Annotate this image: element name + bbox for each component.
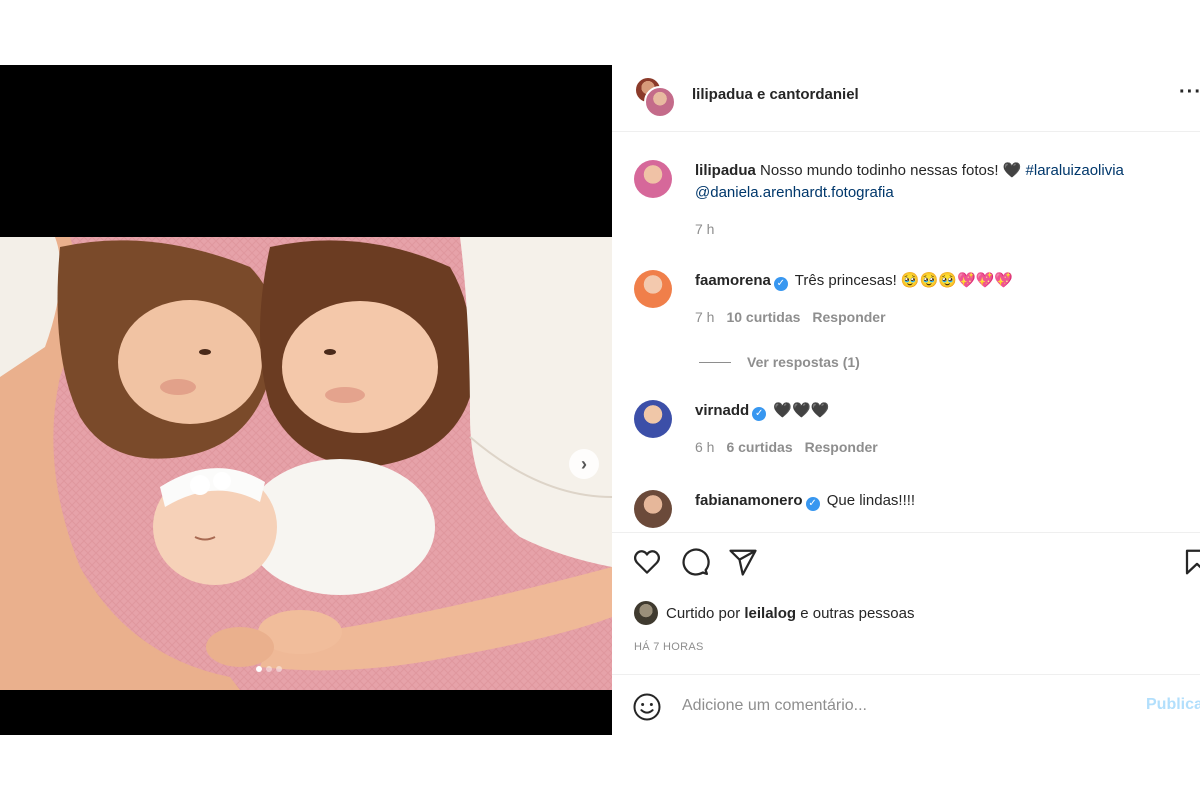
mention-link[interactable]: @daniela.arenhardt.fotografia	[695, 184, 894, 201]
comment-time: 7 h	[695, 309, 715, 325]
comment-text: fabianamonero ✓ Que lindas!!!!	[695, 490, 1200, 512]
comment-input[interactable]	[682, 693, 1122, 719]
verified-icon: ✓	[752, 407, 767, 421]
likes-text: Curtido por leilalog e outras pessoas	[666, 605, 914, 622]
view-replies-label: Ver respostas (1)	[747, 354, 860, 370]
publish-button[interactable]: Publicar	[1146, 696, 1200, 714]
post-authors[interactable]: lilipadua e cantordaniel	[692, 86, 859, 103]
reply-button[interactable]: Responder	[812, 309, 885, 325]
comment-meta: 7 h 10 curtidas Responder	[695, 309, 886, 325]
bookmark-icon[interactable]	[1182, 547, 1200, 582]
avatar[interactable]	[634, 160, 672, 198]
comment-username[interactable]: virnadd	[695, 402, 749, 419]
verified-icon: ✓	[805, 497, 820, 511]
verified-icon: ✓	[773, 277, 788, 291]
collab-avatars[interactable]	[634, 76, 678, 120]
post-side-panel: lilipadua e cantordaniel ··· lilipadua N…	[612, 65, 1200, 735]
carousel-dot	[276, 666, 282, 672]
comment-body: Três princesas! 🥹🥹🥹💖💖💖	[794, 272, 1013, 289]
comment-likes[interactable]: 6 curtidas	[726, 439, 792, 455]
caption-time: 7 h	[695, 221, 715, 237]
comment-likes[interactable]: 10 curtidas	[726, 309, 800, 325]
avatar[interactable]	[634, 601, 658, 625]
comment-username[interactable]: faamorena	[695, 272, 771, 289]
caption-meta: 7 h	[695, 221, 714, 237]
heart-icon[interactable]	[632, 547, 662, 577]
post-timestamp[interactable]: HÁ 7 HORAS	[634, 641, 704, 653]
emoji-icon[interactable]	[632, 692, 662, 722]
comment-text: faamorena ✓ Três princesas! 🥹🥹🥹💖💖💖	[695, 270, 1200, 292]
comment-username[interactable]: fabianamonero	[695, 492, 803, 509]
caption-username[interactable]: lilipadua	[695, 162, 756, 179]
avatar[interactable]	[634, 400, 672, 438]
likes-summary: Curtido por leilalog e outras pessoas	[634, 601, 914, 625]
bookmark-icon	[1185, 549, 1200, 575]
comment-icon[interactable]	[680, 547, 710, 577]
post-actions-section: Curtido por leilalog e outras pessoas HÁ…	[612, 532, 1200, 674]
more-horizontal-icon[interactable]: ···	[1179, 81, 1200, 104]
share-icon[interactable]	[728, 547, 758, 577]
comment-body: Que lindas!!!!	[826, 492, 916, 509]
action-bar	[632, 547, 758, 577]
carousel-dots	[256, 666, 282, 672]
carousel-next-button[interactable]: ›	[569, 449, 599, 479]
hashtag-link[interactable]: #laraluizaolivia	[1026, 162, 1124, 179]
comment-body: 🖤🖤🖤	[773, 402, 830, 419]
comment-meta: 6 h 6 curtidas Responder	[695, 439, 878, 455]
carousel-dot	[266, 666, 272, 672]
carousel-dot	[256, 666, 262, 672]
avatar[interactable]	[634, 490, 672, 528]
divider	[699, 361, 731, 363]
likes-user-link[interactable]: leilalog	[744, 605, 796, 622]
avatar[interactable]	[644, 86, 676, 118]
avatar[interactable]	[634, 270, 672, 308]
comments-list: lilipadua Nosso mundo todinho nessas fot…	[612, 132, 1200, 532]
post-media: ›	[0, 65, 612, 735]
likes-prefix: Curtido por	[666, 604, 741, 622]
comment-time: 6 h	[695, 439, 715, 455]
post-header: lilipadua e cantordaniel ···	[612, 65, 1200, 132]
comment-text: virnadd ✓ 🖤🖤🖤	[695, 400, 1200, 422]
add-comment-bar: Publicar	[612, 674, 1200, 735]
reply-button[interactable]: Responder	[805, 439, 878, 455]
chevron-right-icon: ›	[581, 453, 587, 474]
view-replies-button[interactable]: Ver respostas (1)	[699, 354, 860, 370]
caption-text: lilipadua Nosso mundo todinho nessas fot…	[695, 160, 1200, 204]
likes-suffix[interactable]: e outras pessoas	[800, 605, 914, 622]
post-photo	[0, 237, 612, 690]
caption-body: Nosso mundo todinho nessas fotos! 🖤	[760, 162, 1022, 179]
photo-illustration	[0, 237, 612, 690]
